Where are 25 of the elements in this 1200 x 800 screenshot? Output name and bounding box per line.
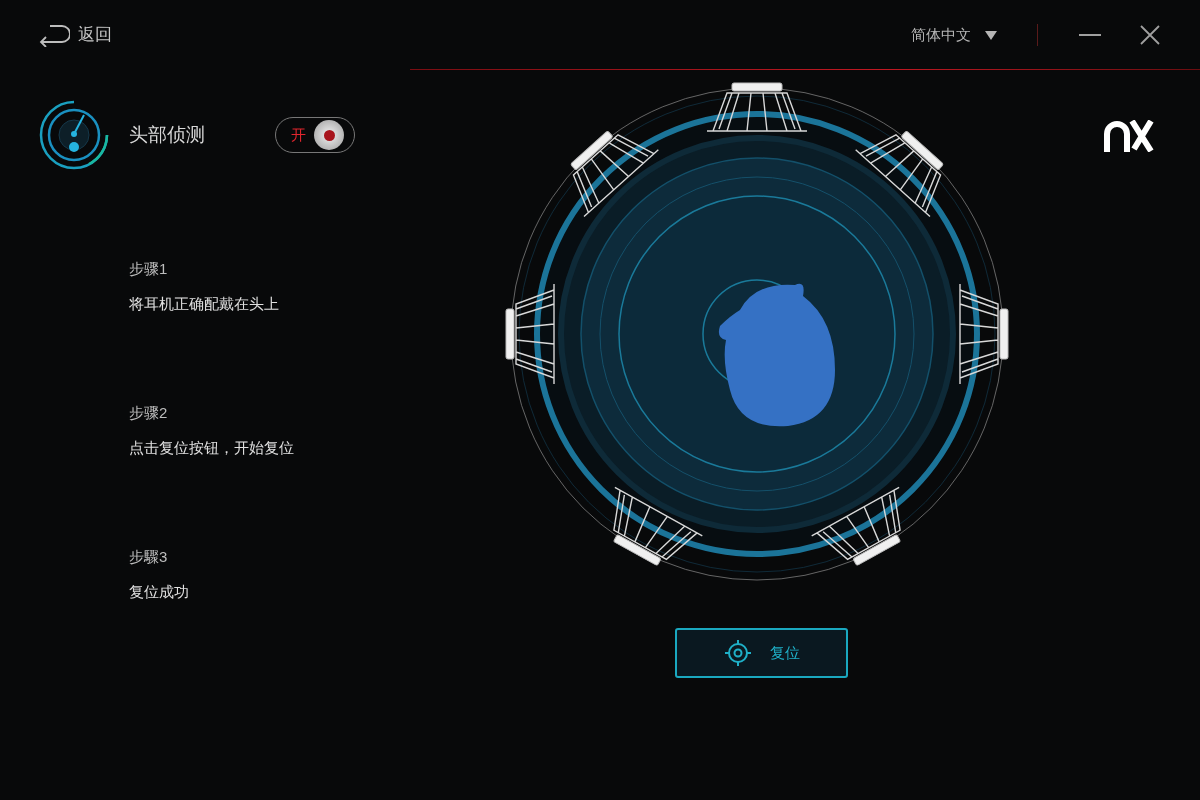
step-title: 步骤1	[129, 259, 168, 279]
back-arrow-icon	[38, 23, 70, 47]
radar-icon	[39, 100, 109, 170]
language-dropdown[interactable]: 简体中文	[911, 23, 997, 47]
head-tracking-title: 头部侦测	[129, 122, 205, 147]
step-title: 步驟3	[129, 547, 168, 567]
reset-button[interactable]: 复位	[675, 628, 848, 678]
close-button[interactable]	[1138, 23, 1162, 47]
back-button[interactable]: 返回	[38, 22, 112, 48]
logo-icon	[1104, 120, 1156, 152]
speaker-icon	[811, 486, 902, 567]
step-instruction: 复位成功	[129, 581, 189, 602]
speaker-icon	[612, 486, 703, 567]
speaker-icon	[854, 130, 945, 218]
close-icon	[1140, 25, 1160, 45]
step-title: 步骤2	[129, 403, 168, 423]
speaker-icon	[706, 82, 808, 132]
step-instruction: 将耳机正确配戴在头上	[129, 293, 279, 314]
speaker-icon	[569, 130, 660, 218]
speaker-icon	[959, 283, 1009, 385]
dropdown-caret-icon	[985, 30, 997, 40]
speaker-icon	[505, 283, 555, 385]
minimize-icon	[1079, 34, 1101, 36]
target-icon	[723, 639, 752, 667]
step-instruction: 点击复位按钮，开始复位	[129, 437, 294, 458]
